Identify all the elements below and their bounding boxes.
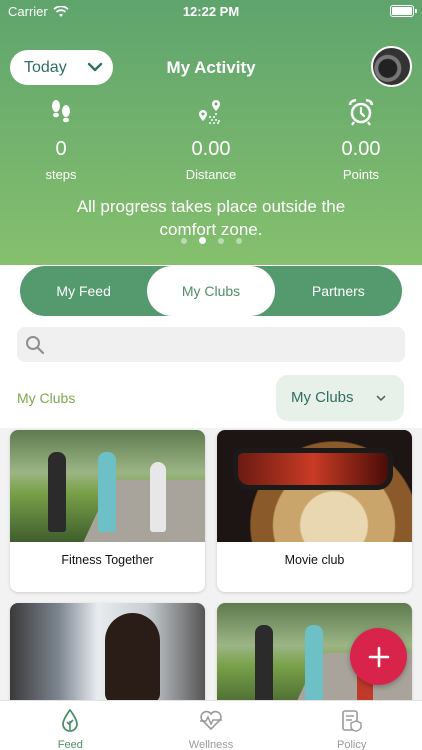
tab-my-feed[interactable]: My Feed	[20, 266, 147, 316]
tab-wellness[interactable]: Wellness	[141, 701, 282, 750]
route-icon	[199, 100, 220, 124]
runners-photo	[10, 430, 205, 542]
plus-icon	[368, 646, 389, 667]
points-value: 0.00	[341, 138, 381, 160]
status-bar: Carrier 12:22 PM	[0, 0, 422, 22]
heart-pulse-icon	[200, 710, 222, 731]
bottom-tab-bar: Feed Wellness Policy	[0, 700, 422, 750]
policy-document-icon	[341, 710, 362, 732]
stat-distance: 0.00 Distance	[161, 98, 261, 182]
tab-feed[interactable]: Feed	[0, 701, 141, 750]
stat-points: 0.00 Points	[311, 98, 411, 182]
distance-value: 0.00	[191, 138, 231, 160]
chevron-down-icon	[376, 395, 386, 402]
battery-icon	[390, 5, 417, 17]
pager-dot[interactable]	[180, 238, 187, 244]
page-title: My Activity	[166, 58, 256, 77]
search-input[interactable]	[51, 327, 391, 362]
tab-feed-label: Feed	[57, 739, 83, 750]
points-label: Points	[342, 167, 380, 182]
avatar[interactable]	[371, 46, 412, 87]
search-bar[interactable]	[17, 327, 405, 362]
distance-label: Distance	[185, 167, 237, 182]
clubs-filter-dropdown[interactable]: My Clubs	[276, 375, 404, 421]
stat-steps: 0 steps	[11, 98, 111, 182]
club-name: Movie club	[284, 553, 345, 567]
pager-dot[interactable]	[217, 238, 224, 244]
feed-segmented-control: My Feed My Clubs Partners	[20, 266, 402, 316]
steps-value: 0	[55, 138, 67, 160]
tab-my-clubs[interactable]: My Clubs	[147, 266, 275, 316]
activity-header: Carrier 12:22 PM Today My Activity 0 ste…	[0, 0, 422, 265]
tab-partners[interactable]: Partners	[275, 266, 402, 316]
club-card-movie-club[interactable]: Movie club	[217, 430, 412, 592]
tab-policy-label: Policy	[337, 739, 367, 750]
woman-reading-photo	[10, 603, 205, 715]
clubs-filter-value: My Clubs	[291, 389, 354, 406]
footsteps-icon	[52, 100, 70, 123]
tab-wellness-label: Wellness	[188, 739, 234, 750]
pager-dot-active[interactable]	[198, 237, 206, 244]
pager-dot[interactable]	[235, 238, 242, 244]
steps-label: steps	[45, 167, 77, 182]
status-time: 12:22 PM	[182, 4, 240, 19]
leaf-drop-icon	[62, 709, 79, 732]
search-icon	[26, 336, 45, 355]
club-name: Fitness Together	[61, 553, 154, 567]
section-title-my-clubs: My Clubs	[17, 390, 76, 406]
club-card-fitness-together[interactable]: Fitness Together	[10, 430, 205, 592]
motivational-quote: All progress takes place outside the com…	[76, 197, 346, 239]
alarm-clock-icon	[348, 99, 374, 126]
tab-policy[interactable]: Policy	[281, 701, 422, 750]
add-club-button[interactable]	[350, 628, 407, 685]
popcorn-3d-glasses-photo	[217, 430, 412, 542]
carousel-pager[interactable]	[0, 237, 422, 244]
